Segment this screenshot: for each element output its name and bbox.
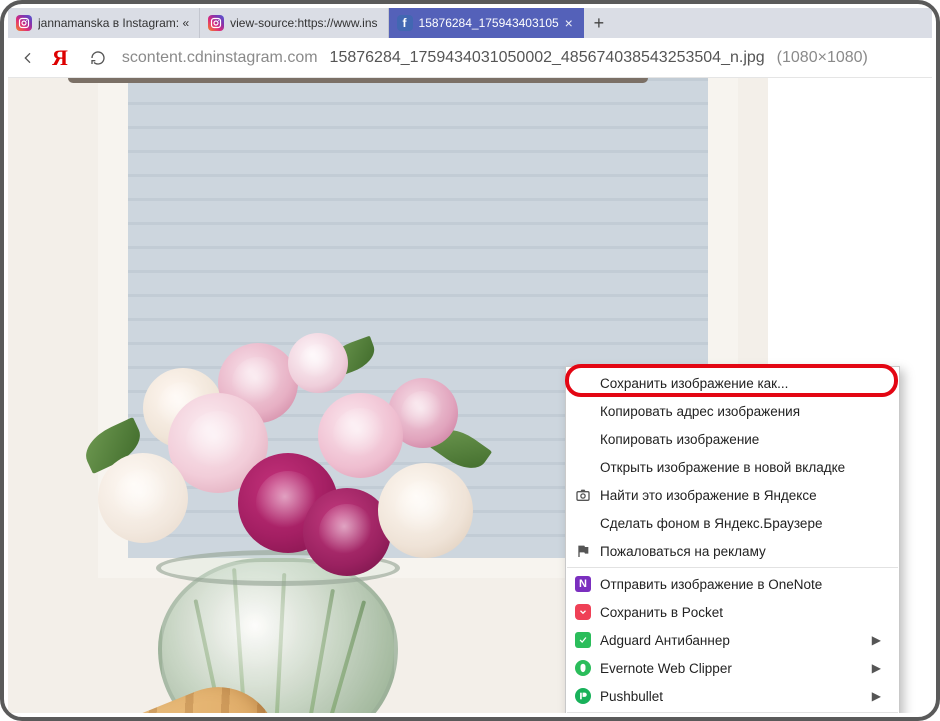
- context-menu-item[interactable]: Пожаловаться на рекламу: [566, 537, 899, 565]
- context-menu-item[interactable]: Pushbullet ▶: [566, 682, 899, 710]
- camera-search-icon: [574, 486, 592, 504]
- context-menu-item[interactable]: Сохранить в Pocket: [566, 598, 899, 626]
- context-menu-label: Отправить изображение в OneNote: [600, 577, 881, 592]
- context-menu-label: Найти это изображение в Яндексе: [600, 488, 881, 503]
- pushbullet-icon: [574, 687, 592, 705]
- submenu-arrow-icon: ▶: [872, 633, 881, 647]
- adguard-icon: [574, 631, 592, 649]
- context-menu-label: Evernote Web Clipper: [600, 661, 864, 676]
- content-area: Сохранить изображение как... Копировать а…: [8, 78, 932, 713]
- address-bar: Я scontent.cdninstagram.com 15876284_175…: [8, 38, 932, 78]
- tab-view-source[interactable]: view-source:https://www.ins: [200, 8, 388, 38]
- context-menu-item[interactable]: Копировать изображение: [566, 425, 899, 453]
- instagram-icon: [208, 15, 224, 31]
- url-path: 15876284_1759434031050002_48567403854325…: [330, 49, 765, 67]
- context-menu-label: Сохранить изображение как...: [600, 376, 881, 391]
- tab-strip: jannamanska в Instagram: « view-source:h…: [8, 8, 932, 38]
- tab-label: jannamanska в Instagram: «: [38, 16, 189, 30]
- submenu-arrow-icon: ▶: [872, 661, 881, 675]
- tab-label: view-source:https://www.ins: [230, 16, 377, 30]
- pocket-icon: [574, 603, 592, 621]
- back-button[interactable]: [20, 50, 36, 66]
- context-menu-item[interactable]: N Отправить изображение в OneNote: [566, 570, 899, 598]
- context-menu-item[interactable]: Adguard Антибаннер ▶: [566, 626, 899, 654]
- context-menu-label: Пожаловаться на рекламу: [600, 544, 881, 559]
- context-menu-label: Открыть изображение в новой вкладке: [600, 460, 881, 475]
- close-icon[interactable]: ×: [565, 16, 573, 30]
- facebook-icon: f: [397, 15, 413, 31]
- context-menu: Сохранить изображение как... Копировать а…: [565, 366, 900, 713]
- context-menu-label: Копировать изображение: [600, 432, 881, 447]
- url-host: scontent.cdninstagram.com: [122, 49, 318, 67]
- url-display[interactable]: scontent.cdninstagram.com 15876284_17594…: [122, 49, 920, 67]
- tab-instagram-profile[interactable]: jannamanska в Instagram: «: [8, 8, 200, 38]
- onenote-icon: N: [574, 575, 592, 593]
- browser-window: jannamanska в Instagram: « view-source:h…: [8, 8, 932, 713]
- evernote-icon: [574, 659, 592, 677]
- context-menu-label: Adguard Антибаннер: [600, 633, 864, 648]
- context-menu-label: Копировать адрес изображения: [600, 404, 881, 419]
- new-tab-button[interactable]: +: [584, 14, 614, 32]
- flag-icon: [574, 542, 592, 560]
- context-menu-separator: [567, 567, 898, 568]
- context-menu-item[interactable]: Копировать адрес изображения: [566, 397, 899, 425]
- submenu-arrow-icon: ▶: [872, 689, 881, 703]
- context-menu-item[interactable]: Сделать фоном в Яндекс.Браузере: [566, 509, 899, 537]
- context-menu-label: Сделать фоном в Яндекс.Браузере: [600, 516, 881, 531]
- instagram-icon: [16, 15, 32, 31]
- reload-button[interactable]: [90, 50, 106, 66]
- context-menu-item[interactable]: Evernote Web Clipper ▶: [566, 654, 899, 682]
- context-menu-label: Сохранить в Pocket: [600, 605, 881, 620]
- context-menu-item[interactable]: Сохранить изображение как...: [566, 369, 899, 397]
- window-frame-border: jannamanska в Instagram: « view-source:h…: [0, 0, 940, 721]
- tab-label: 15876284_175943403105: [419, 16, 559, 30]
- context-menu-item[interactable]: Найти это изображение в Яндексе: [566, 481, 899, 509]
- yandex-logo-icon[interactable]: Я: [52, 45, 68, 71]
- url-dimensions: (1080×1080): [777, 49, 868, 67]
- tab-image-active[interactable]: f 15876284_175943403105 ×: [389, 8, 584, 38]
- context-menu-separator: [567, 712, 898, 713]
- context-menu-item[interactable]: Открыть изображение в новой вкладке: [566, 453, 899, 481]
- context-menu-label: Pushbullet: [600, 689, 864, 704]
